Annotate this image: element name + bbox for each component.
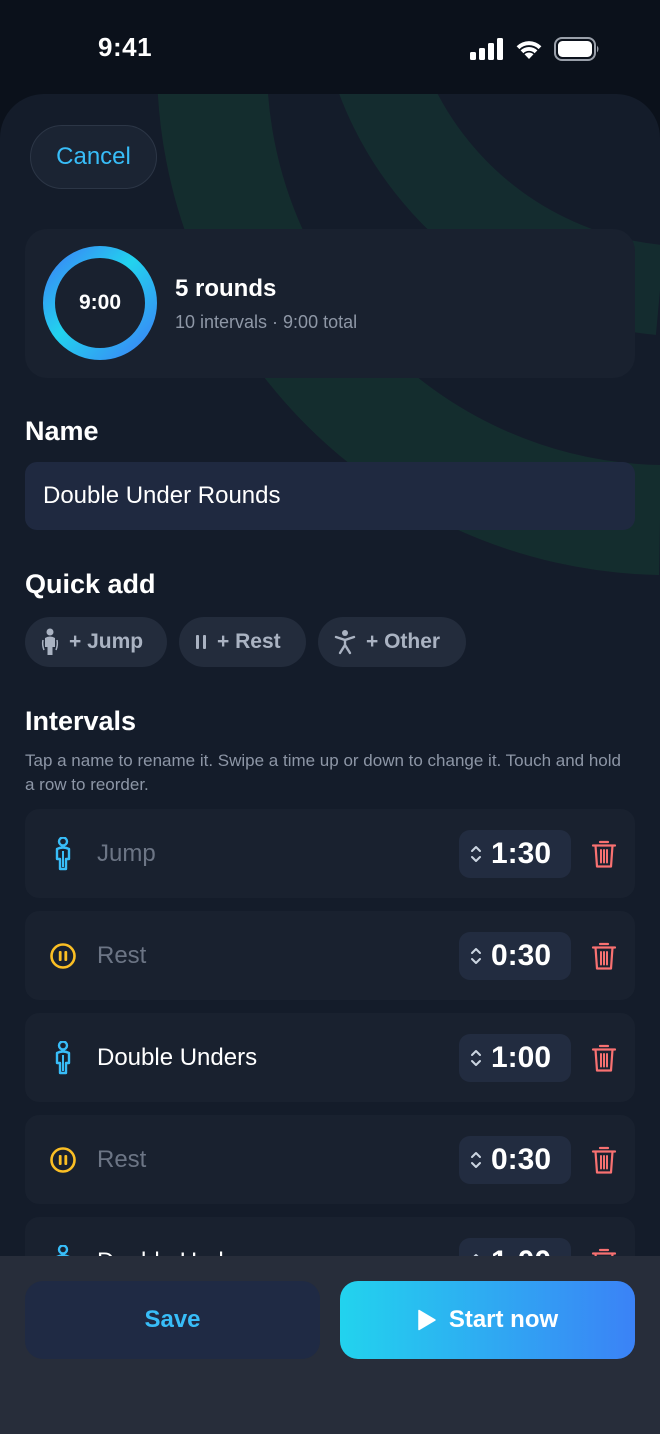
- battery-icon: [554, 37, 599, 61]
- add-other-chip[interactable]: + Other: [318, 617, 466, 667]
- exercise-icon: [334, 630, 356, 655]
- interval-time: 0:30: [491, 1143, 552, 1176]
- pause-icon: [196, 635, 206, 649]
- jump-icon: [55, 837, 71, 871]
- workout-name-input[interactable]: [25, 462, 635, 530]
- jump-icon: [47, 1041, 79, 1075]
- name-section-title: Name: [25, 416, 99, 446]
- rest-icon: [47, 939, 79, 973]
- summary-card: 9:00 5 rounds 10 intervals · 9:00 total: [25, 229, 635, 378]
- interval-name[interactable]: Double Unders: [97, 1044, 257, 1072]
- trash-icon[interactable]: [591, 839, 617, 869]
- jump-icon: [55, 1041, 71, 1075]
- screen: 9:41 Cancel 9:00 5 rounds 10 intervals ·…: [0, 0, 660, 1434]
- interval-row[interactable]: Rest 0:30: [25, 911, 635, 1000]
- save-button[interactable]: Save: [25, 1281, 320, 1359]
- interval-time: 1:30: [491, 837, 552, 870]
- add-jump-label: + Jump: [69, 630, 144, 653]
- stepper-chevrons-icon: [471, 1050, 481, 1066]
- interval-time-stepper[interactable]: 0:30: [459, 1136, 571, 1184]
- trash-icon[interactable]: [591, 1043, 617, 1073]
- summary-subtitle: 10 intervals · 9:00 total: [175, 312, 358, 332]
- rounds-count: 5 rounds: [175, 275, 277, 302]
- interval-name[interactable]: Rest: [97, 942, 146, 970]
- add-jump-chip[interactable]: + Jump: [25, 617, 167, 667]
- edit-sheet: Cancel 9:00 5 rounds 10 intervals · 9:00…: [0, 94, 660, 1434]
- total-time-label: 9:00: [78, 291, 122, 314]
- wifi-icon: [516, 41, 542, 59]
- interval-time-stepper[interactable]: 1:30: [459, 830, 571, 878]
- interval-name[interactable]: Rest: [97, 1146, 146, 1174]
- interval-row[interactable]: Double Unders 1:00: [25, 1013, 635, 1102]
- quick-add-title: Quick add: [25, 569, 156, 599]
- cancel-button[interactable]: Cancel: [30, 125, 157, 189]
- intervals-hint: Tap a name to rename it. Swipe a time up…: [25, 751, 621, 794]
- jump-icon: [41, 628, 59, 655]
- quick-add-chips: + Jump + Rest + Other: [25, 617, 466, 667]
- add-rest-label: + Rest: [217, 630, 281, 653]
- rest-icon: [47, 1143, 79, 1177]
- status-icons: [470, 36, 600, 62]
- interval-time-stepper[interactable]: 1:00: [459, 1034, 571, 1082]
- bottom-action-bar: Save Start now: [0, 1256, 660, 1434]
- pause-circle-icon: [50, 1147, 76, 1173]
- intervals-title: Intervals: [25, 706, 137, 736]
- stepper-chevrons-icon: [471, 1152, 481, 1168]
- add-rest-chip[interactable]: + Rest: [179, 617, 306, 667]
- interval-name[interactable]: Jump: [97, 840, 156, 868]
- start-now-button[interactable]: Start now: [340, 1281, 635, 1359]
- pause-circle-icon: [50, 943, 76, 969]
- interval-row[interactable]: Jump 1:30: [25, 809, 635, 898]
- jump-icon: [47, 837, 79, 871]
- signal-icon: [470, 38, 503, 60]
- start-now-label: Start now: [448, 1306, 559, 1333]
- interval-time: 1:00: [491, 1041, 552, 1074]
- interval-time-stepper[interactable]: 0:30: [459, 932, 571, 980]
- status-bar: 9:41: [0, 0, 660, 96]
- add-other-label: + Other: [366, 630, 441, 653]
- trash-icon[interactable]: [591, 1145, 617, 1175]
- interval-row[interactable]: Rest 0:30: [25, 1115, 635, 1204]
- stepper-chevrons-icon: [471, 846, 481, 862]
- play-icon: [418, 1309, 436, 1331]
- status-time: 9:41: [98, 32, 153, 62]
- trash-icon[interactable]: [591, 941, 617, 971]
- stepper-chevrons-icon: [471, 948, 481, 964]
- interval-time: 0:30: [491, 939, 552, 972]
